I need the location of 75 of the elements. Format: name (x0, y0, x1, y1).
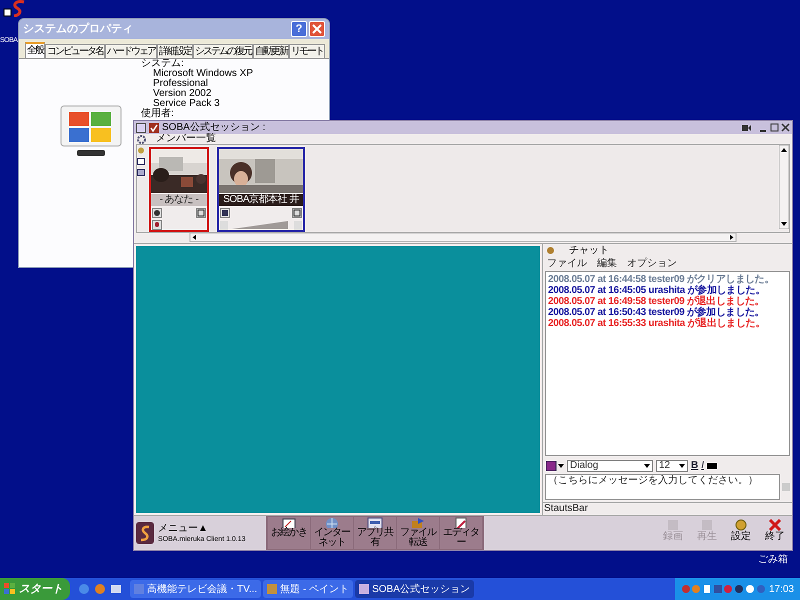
tool-button[interactable]: インターネット (311, 517, 353, 549)
panel-title: メンバー一覧 (156, 134, 216, 144)
bold-button[interactable]: B (691, 461, 698, 471)
window-icon (136, 122, 146, 132)
close-icon (767, 519, 783, 531)
expand-icon[interactable] (196, 208, 206, 218)
tab[interactable]: コンピュータ名 (45, 44, 105, 58)
desktop-icon[interactable] (110, 583, 122, 595)
member-name: - あなた - (151, 194, 207, 206)
italic-button[interactable]: I (701, 461, 704, 471)
menu-item[interactable]: ファイル (547, 258, 587, 268)
tab[interactable]: システムの復元 (193, 44, 253, 58)
tool-icon (281, 517, 297, 528)
menu-item[interactable]: 編集 (597, 258, 617, 268)
checkbox-icon (149, 122, 159, 132)
tool-icon (367, 517, 383, 528)
member-name: SOBA京都本社 井 (219, 194, 303, 206)
camera-icon[interactable] (152, 208, 162, 218)
system-info-text: Professional (152, 79, 210, 89)
action-button[interactable]: 設定 (726, 519, 756, 547)
text-color-icon[interactable] (707, 463, 718, 469)
menu-item[interactable]: オプション (627, 258, 677, 268)
window-title: SOBA公式セッション : (162, 122, 266, 132)
window-title: システムのプロパティ (23, 22, 134, 37)
chat-message: 2008.05.07 at 16:45:05 urashita が参加しました。 (548, 285, 766, 296)
chat-message: 2008.05.07 at 16:49:58 tester09 が退出しました。 (548, 296, 766, 307)
panel-title: チャット (569, 246, 609, 256)
message-input[interactable]: （こちらにメッセージを入力してください。） (545, 474, 780, 500)
window-controls-drawing[interactable] (740, 122, 790, 132)
tool-button[interactable]: アプリ共有 (354, 517, 396, 549)
window-icon (267, 584, 278, 594)
windows-flag-icon (4, 583, 16, 595)
chat-message: 2008.05.07 at 16:50:43 tester09 が参加しました。 (548, 307, 766, 318)
help-button[interactable]: ? (291, 21, 307, 37)
section-heading: 使用者: (141, 109, 175, 119)
start-button[interactable]: スタート (0, 578, 70, 600)
tool-icon (453, 517, 469, 528)
film-icon[interactable] (220, 208, 230, 218)
chat-message: 2008.05.07 at 16:44:58 tester09 がクリアしました。 (548, 274, 776, 285)
menu-button[interactable]: メニュー▲ (158, 522, 262, 534)
close-button[interactable] (309, 21, 325, 37)
volume-drawing[interactable] (220, 220, 302, 230)
system-info-text: Version 2002 (152, 89, 212, 99)
taskbar-button[interactable]: SOBA公式セッション (355, 580, 474, 598)
tab[interactable]: 詳細設定 (157, 44, 193, 58)
tab[interactable]: 全般 (25, 42, 45, 58)
expand-icon[interactable] (292, 208, 302, 218)
vertical-scrollbar[interactable] (779, 145, 789, 230)
taskbar-button[interactable]: 高機能テレビ会議・TV... (130, 580, 262, 598)
window-icon (359, 584, 370, 594)
section-heading: システム: (141, 59, 184, 69)
tool-button[interactable]: エディター (440, 517, 482, 549)
clock: 17:03 (768, 582, 794, 596)
tool-icon (324, 517, 340, 528)
tab[interactable]: ハードウェア (105, 44, 157, 58)
icon-label: ごみ箱 (758, 555, 788, 565)
tool-icon (410, 517, 426, 528)
tool-button[interactable]: お絵かき (268, 517, 310, 549)
system-info-text: Service Pack 3 (153, 99, 221, 109)
taskbar-button[interactable]: 無題 - ペイント (263, 580, 354, 598)
system-info-text: Microsoft Windows XP (152, 69, 254, 79)
tab[interactable]: 自動更新 (253, 44, 289, 58)
member-card[interactable]: SOBA京都本社 井 (217, 147, 305, 232)
soba-logo-icon[interactable] (2, 0, 26, 17)
window-icon (134, 584, 144, 594)
font-dropdown[interactable]: Dialog (567, 460, 653, 472)
action-button[interactable]: 終了 (760, 519, 790, 547)
tool-button[interactable]: ファイル転送 (397, 517, 439, 549)
chat-message: 2008.05.07 at 16:55:33 urashita が退出しました。 (548, 318, 766, 329)
member-card[interactable]: - あなた - (149, 147, 209, 232)
tab[interactable]: リモート (289, 44, 325, 58)
color-picker-icon[interactable] (546, 461, 564, 471)
size-dropdown[interactable]: 12 (656, 460, 688, 472)
tray-icons-drawing[interactable] (680, 584, 765, 594)
microphone-icon[interactable] (152, 220, 162, 230)
